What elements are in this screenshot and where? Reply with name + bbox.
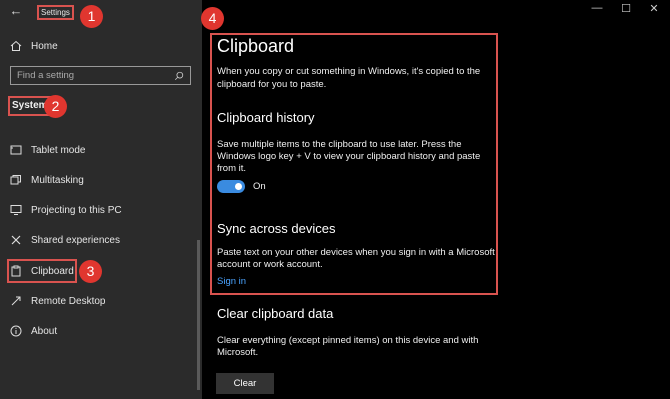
clipboard-history-toggle[interactable]: [217, 180, 245, 193]
callout-badge-2: 2: [44, 95, 67, 118]
sidebar-item-label: Tablet mode: [31, 144, 86, 156]
shared-experiences-icon: [9, 233, 23, 247]
clear-desc-line-1: Clear everything (except pinned items) o…: [217, 335, 479, 346]
callout-badge-3: 3: [79, 260, 102, 283]
history-desc-line-2: Windows logo key + V to view your clipbo…: [217, 151, 481, 162]
sidebar-item-shared-experiences[interactable]: Shared experiences: [0, 227, 202, 253]
sidebar-item-label: Remote Desktop: [31, 295, 106, 307]
search-input[interactable]: [11, 67, 172, 84]
sidebar: ← Settings Home System Tablet mode Multi…: [0, 0, 202, 399]
remote-desktop-icon: [9, 294, 23, 308]
close-button[interactable]: ✕: [642, 2, 666, 15]
sidebar-item-remote-desktop[interactable]: Remote Desktop: [0, 288, 202, 314]
page-title: Clipboard: [217, 36, 295, 56]
sidebar-item-label: Shared experiences: [31, 234, 120, 246]
home-icon: [9, 39, 23, 53]
back-arrow-icon[interactable]: ←: [8, 3, 24, 19]
sidebar-item-tablet-mode[interactable]: Tablet mode: [0, 137, 202, 163]
clear-button[interactable]: Clear: [216, 373, 274, 394]
callout-badge-4: 4: [201, 7, 224, 30]
history-desc-line-1: Save multiple items to the clipboard to …: [217, 139, 462, 150]
clear-desc-line-2: Microsoft.: [217, 347, 259, 358]
intro-text-line-2: clipboard for you to paste.: [217, 79, 327, 90]
clipboard-history-heading: Clipboard history: [217, 110, 315, 125]
sidebar-item-label: About: [31, 325, 58, 337]
sidebar-item-home[interactable]: Home: [0, 33, 202, 59]
info-icon: [9, 324, 23, 338]
clipboard-highlight: [7, 259, 77, 283]
sync-desc-line-2: account or work account.: [217, 259, 323, 270]
tablet-mode-icon: [9, 143, 23, 157]
sign-in-link[interactable]: Sign in: [217, 276, 246, 287]
history-desc-line-3: from it.: [217, 163, 247, 174]
callout-badge-1: 1: [80, 5, 103, 28]
toggle-state-label: On: [253, 181, 266, 192]
sidebar-item-multitasking[interactable]: Multitasking: [0, 167, 202, 193]
sidebar-item-label: Projecting to this PC: [31, 204, 122, 216]
search-icon[interactable]: [172, 69, 186, 83]
minimize-button[interactable]: —: [585, 2, 609, 14]
sidebar-item-about[interactable]: About: [0, 318, 202, 344]
app-title: Settings: [37, 5, 74, 20]
multitasking-icon: [9, 173, 23, 187]
maximize-button[interactable]: ☐: [614, 2, 638, 15]
projecting-icon: [9, 203, 23, 217]
sidebar-item-label: Multitasking: [31, 174, 84, 186]
sync-desc-line-1: Paste text on your other devices when yo…: [217, 247, 495, 258]
sidebar-item-label: Home: [31, 40, 58, 52]
sync-heading: Sync across devices: [217, 221, 336, 236]
sidebar-scrollbar[interactable]: [197, 240, 200, 390]
clear-heading: Clear clipboard data: [217, 306, 334, 321]
intro-text-line-1: When you copy or cut something in Window…: [217, 66, 481, 77]
sidebar-item-projecting[interactable]: Projecting to this PC: [0, 197, 202, 223]
toggle-knob: [235, 183, 242, 190]
search-box[interactable]: [10, 66, 191, 85]
